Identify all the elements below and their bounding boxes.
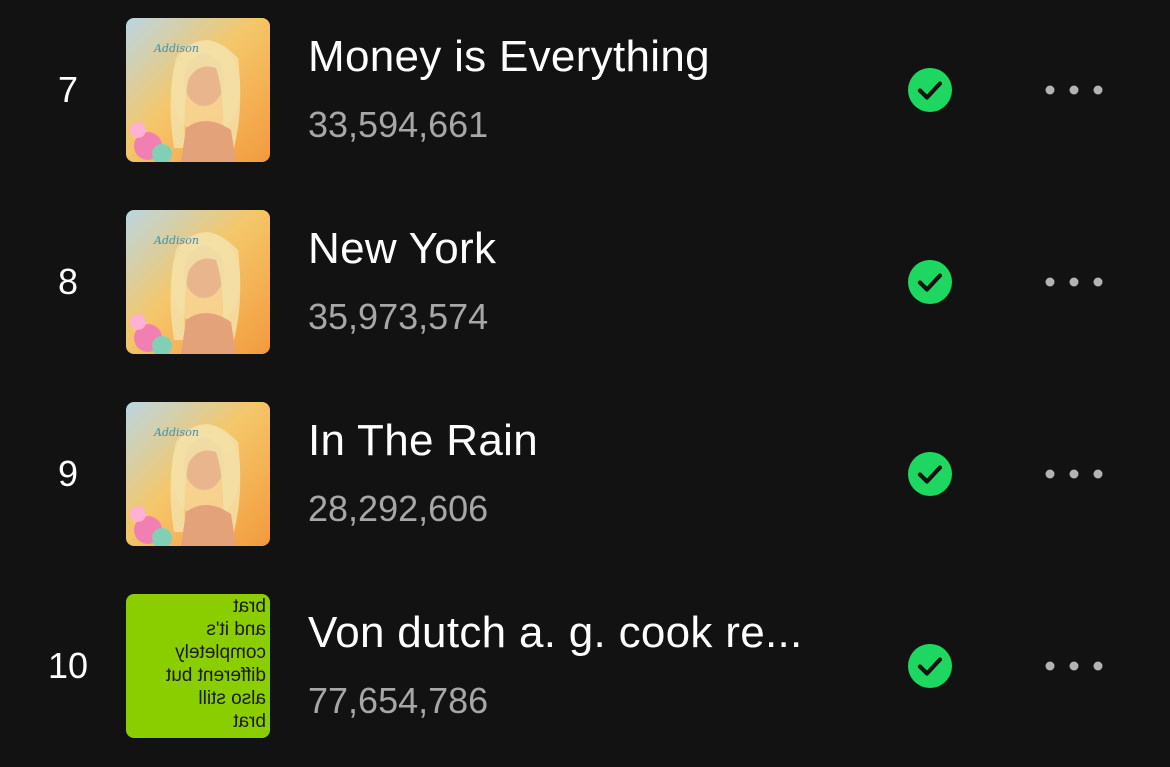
svg-text:Addison: Addison: [153, 234, 199, 247]
more-options-icon[interactable]: [1038, 262, 1110, 302]
track-row-9[interactable]: 9 Addison In The Rain 28,292,606: [0, 394, 1170, 554]
album-art-portrait-icon: Addison: [126, 402, 270, 546]
check-circle-icon[interactable]: [907, 259, 953, 305]
track-title[interactable]: New York: [308, 224, 496, 274]
track-number: 8: [57, 261, 79, 302]
album-art-portrait-icon: Addison: [126, 210, 270, 354]
track-row-7[interactable]: 7 Addison Money is Everything 33,594,661: [0, 10, 1170, 170]
svg-text:Addison: Addison: [153, 42, 199, 55]
svg-text:completely: completely: [175, 642, 266, 663]
play-count: 33,594,661: [308, 104, 489, 145]
album-cover: Addison: [126, 402, 270, 546]
play-count: 77,654,786: [308, 680, 489, 721]
track-title[interactable]: Money is Everything: [308, 32, 710, 82]
check-circle-icon[interactable]: [907, 643, 953, 689]
svg-text:also still: also still: [198, 688, 266, 709]
album-cover: Addison: [126, 210, 270, 354]
play-count: 35,973,574: [308, 296, 489, 337]
track-number: 10: [47, 645, 89, 686]
album-cover: brat and it's completely different but a…: [126, 594, 270, 738]
svg-text:Addison: Addison: [153, 426, 199, 439]
more-options-icon[interactable]: [1038, 454, 1110, 494]
track-title[interactable]: Von dutch a. g. cook re...: [308, 608, 803, 658]
more-options-icon[interactable]: [1038, 70, 1110, 110]
check-circle-icon[interactable]: [907, 67, 953, 113]
more-options-icon[interactable]: [1038, 646, 1110, 686]
album-art-portrait-icon: Addison: [126, 18, 270, 162]
album-art-brat-icon: brat and it's completely different but a…: [126, 594, 270, 738]
svg-text:different but: different but: [165, 665, 266, 686]
track-row-10[interactable]: 10 brat and it's completely different bu…: [0, 586, 1170, 746]
track-title[interactable]: In The Rain: [308, 416, 538, 466]
track-list: 7 Addison Money is Everything 33,594,661…: [0, 0, 1170, 767]
album-cover: Addison: [126, 18, 270, 162]
svg-text:brat: brat: [233, 596, 266, 617]
svg-text:and it's: and it's: [206, 619, 266, 640]
track-number: 7: [57, 69, 79, 110]
svg-text:brat: brat: [233, 711, 266, 732]
check-circle-icon[interactable]: [907, 451, 953, 497]
play-count: 28,292,606: [308, 488, 489, 529]
track-row-8[interactable]: 8 Addison New York 35,973,574: [0, 202, 1170, 362]
track-number: 9: [57, 453, 79, 494]
